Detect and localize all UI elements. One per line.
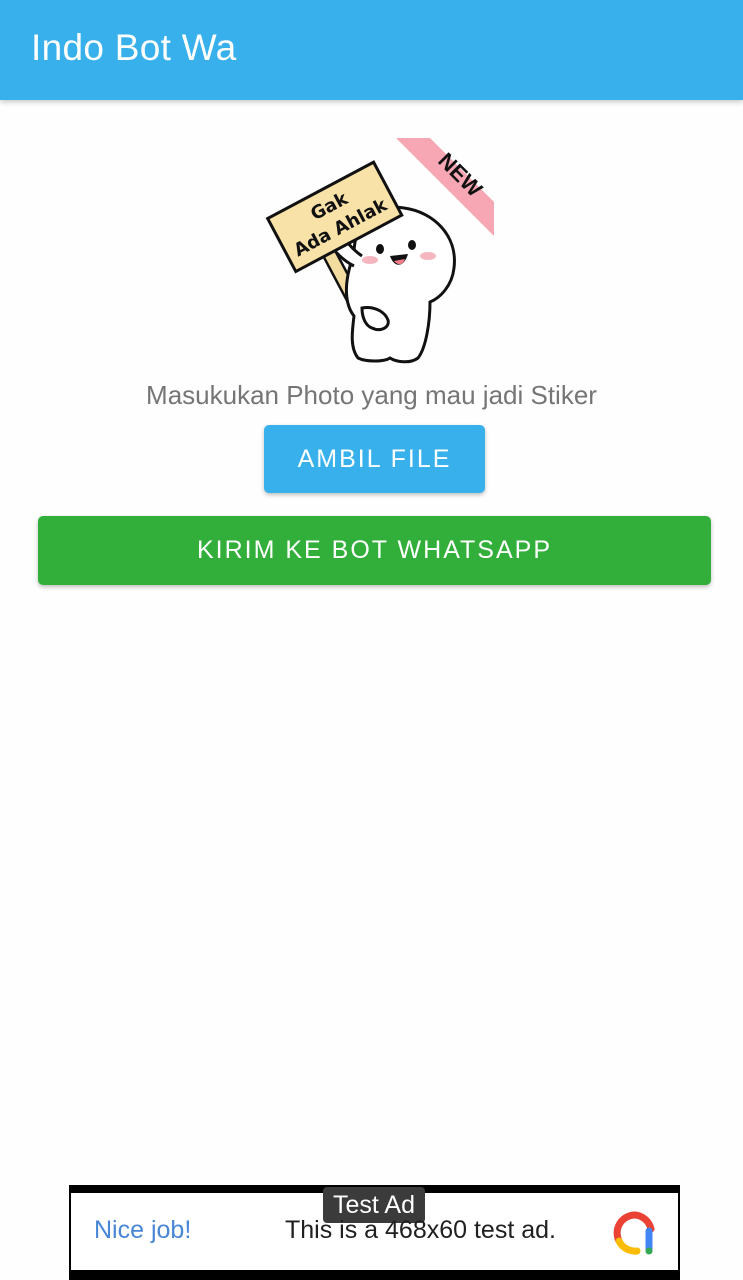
ad-body-text[interactable]: This is a 468x60 test ad. xyxy=(285,1216,556,1245)
send-to-whatsapp-bot-button[interactable]: KIRIM KE BOT WHATSAPP xyxy=(38,516,711,585)
ad-headline[interactable]: Nice job! xyxy=(94,1216,191,1245)
admob-logo-icon[interactable] xyxy=(613,1211,657,1255)
pick-file-button[interactable]: AMBIL FILE xyxy=(264,425,485,493)
app-title: Indo Bot Wa xyxy=(31,27,237,68)
app-screen: Indo Bot Wa NEW Gak Ada Ahlak Masukukan … xyxy=(0,0,743,1280)
app-bar: Indo Bot Wa xyxy=(0,0,743,100)
sticker-preview-image: NEW Gak Ada Ahlak xyxy=(265,138,494,364)
instruction-text: Masukukan Photo yang mau jadi Stiker xyxy=(146,380,597,410)
